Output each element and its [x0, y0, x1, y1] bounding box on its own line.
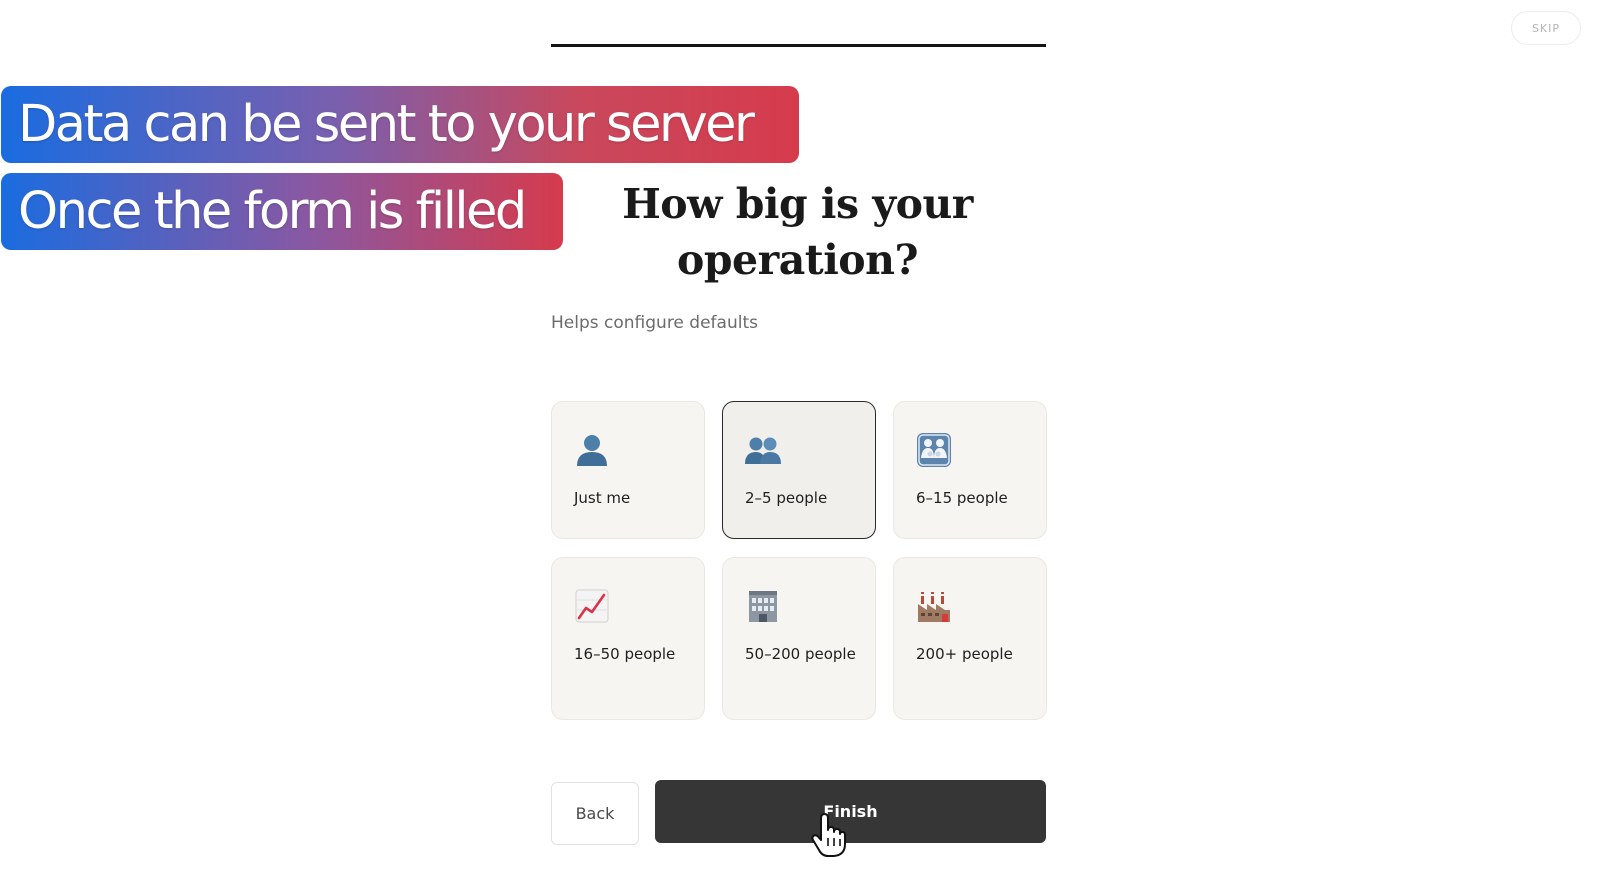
option-card-just-me[interactable]: Just me [551, 401, 705, 539]
option-card-6-15-people[interactable]: 6–15 people [893, 401, 1047, 539]
office-building-icon [745, 588, 781, 624]
option-label: 50–200 people [745, 645, 856, 663]
skip-button[interactable]: SKIP [1511, 11, 1581, 45]
option-card-200-plus-people[interactable]: 200+ people [893, 557, 1047, 720]
option-label: 6–15 people [916, 489, 1008, 507]
family-icon [916, 432, 952, 468]
option-label: 200+ people [916, 645, 1013, 663]
option-card-2-5-people[interactable]: 2–5 people [722, 401, 876, 539]
option-label: 16–50 people [574, 645, 676, 663]
finish-button[interactable]: Finish [655, 780, 1046, 843]
bust-icon [574, 432, 610, 468]
chart-increasing-icon [574, 588, 610, 624]
back-button[interactable]: Back [551, 782, 639, 845]
overlay-caption-bottom: Once the form is filled [1, 173, 563, 250]
factory-icon [916, 588, 952, 624]
page-title-line-1: How big is your [622, 180, 973, 228]
two-busts-icon [745, 432, 781, 468]
option-label: 2–5 people [745, 489, 828, 507]
option-card-16-50-people[interactable]: 16–50 people [551, 557, 705, 720]
progress-bar [551, 44, 1046, 47]
hand-cursor-icon [811, 813, 846, 857]
page-subtitle: Helps configure defaults [551, 313, 758, 333]
option-label: Just me [574, 489, 631, 507]
page-title-line-2: operation? [677, 236, 918, 284]
overlay-caption-top: Data can be sent to your server [1, 86, 799, 163]
progress-fill [551, 44, 1046, 47]
page-title: How big is your operation? [560, 176, 1035, 288]
option-card-50-200-people[interactable]: 50–200 people [722, 557, 876, 720]
